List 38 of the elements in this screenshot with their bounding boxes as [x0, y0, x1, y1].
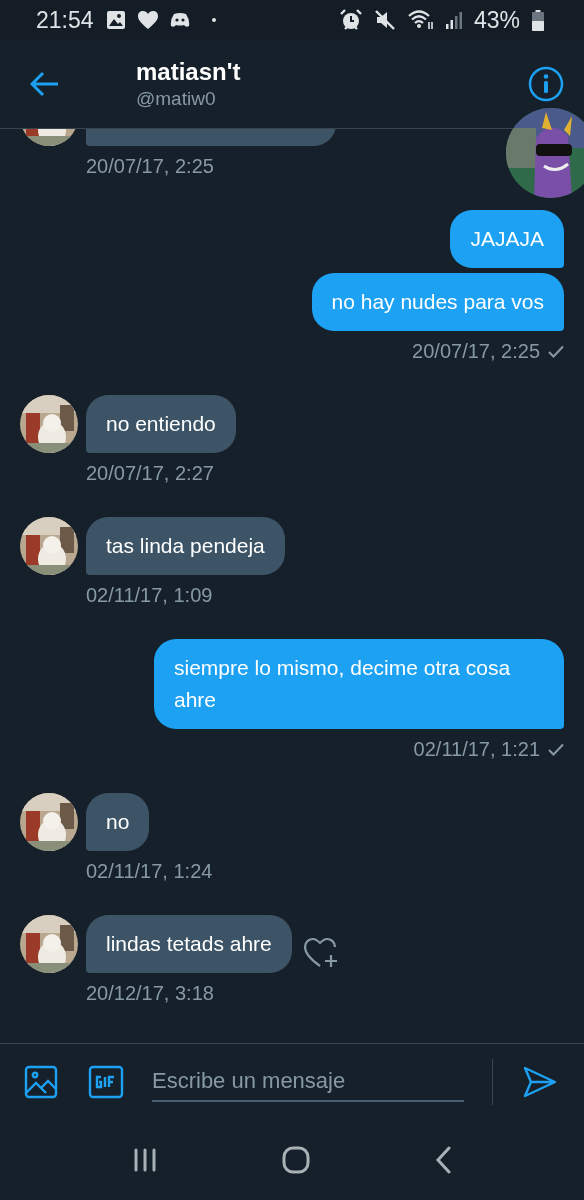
message-time: 20/07/17, 2:27 [86, 461, 214, 486]
mute-icon [373, 9, 396, 31]
message-time: 02/11/17, 1:09 [86, 583, 213, 608]
message-bubble: lindas tetads ahre [86, 915, 292, 973]
dot-icon [211, 18, 216, 22]
check-icon [548, 742, 564, 756]
back-icon[interactable] [435, 1146, 452, 1174]
message-time: 20/07/17, 2:25 [412, 339, 540, 364]
recent-apps-icon[interactable] [132, 1148, 157, 1172]
gif-icon[interactable] [88, 1065, 124, 1099]
home-icon[interactable] [282, 1146, 310, 1174]
message-time: 02/11/17, 1:21 [413, 737, 540, 762]
image-icon [105, 10, 126, 30]
send-icon[interactable] [523, 1066, 557, 1098]
image-icon[interactable] [24, 1065, 58, 1099]
controller-icon [169, 12, 190, 28]
battery-icon [532, 9, 544, 31]
signal-icon [445, 11, 462, 29]
message-time: 20/12/17, 3:18 [86, 981, 214, 1006]
battery-percentage: 43% [473, 6, 520, 34]
info-icon[interactable] [528, 66, 564, 102]
clock-time: 21:54 [36, 6, 94, 34]
heart-icon [137, 11, 158, 29]
wifi-icon [407, 10, 434, 30]
message-input[interactable]: Escribe un mensaje [152, 1062, 464, 1102]
check-icon [548, 344, 564, 358]
contact-handle: @matiw0 [136, 87, 217, 111]
message-bubble: siempre lo mismo, decime otra cosa ahre [154, 639, 564, 729]
alarm-icon [339, 9, 362, 31]
message-bubble: no hay nudes para vos [311, 273, 564, 331]
message-time: 02/11/17, 1:24 [86, 859, 213, 884]
message-bubble: no [86, 793, 150, 851]
message-bubble: no entiendo [86, 395, 236, 453]
message-bubble: tas linda pendeja [86, 517, 285, 575]
contact-name: matiasn't [136, 57, 242, 87]
message-time: 20/07/17, 2:25 [86, 154, 214, 179]
back-arrow-icon[interactable] [30, 71, 60, 97]
message-bubble: JAJAJA [450, 210, 564, 268]
